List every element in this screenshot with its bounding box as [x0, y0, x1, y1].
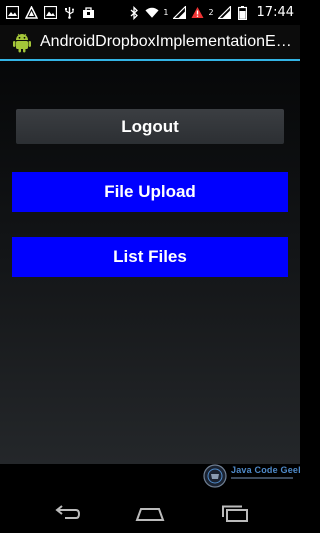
sim1-label: 1 — [163, 7, 169, 17]
wifi-icon — [145, 6, 159, 20]
jcg-logo-icon — [203, 464, 227, 488]
notification-image-icon — [5, 6, 19, 20]
alert-icon — [190, 6, 204, 20]
status-bar-notifications — [5, 4, 95, 21]
back-icon — [55, 504, 81, 519]
java-code-geeks-watermark: Java Code Geeks — [202, 463, 300, 489]
main-content: Logout File Upload List Files — [0, 61, 300, 464]
app-title: AndroidDropboxImplementationExa... — [40, 33, 298, 50]
usb-icon — [62, 6, 76, 20]
bluetooth-icon — [127, 5, 141, 20]
sim2-signal-icon — [218, 6, 232, 20]
home-button[interactable] — [120, 494, 180, 533]
recent-apps-icon — [222, 505, 248, 522]
phone-screen: 1 2 17:44 AndroidDropboxImplementationEx… — [0, 0, 300, 533]
watermark-text: Java Code Geeks — [231, 465, 300, 475]
watermark-underline — [231, 477, 293, 479]
android-app-icon[interactable] — [11, 31, 33, 53]
bag-icon — [81, 6, 95, 20]
status-time: 17:44 — [256, 5, 294, 20]
battery-icon — [236, 5, 250, 20]
home-icon — [135, 507, 165, 521]
image-icon — [43, 6, 57, 20]
back-button[interactable] — [36, 494, 96, 533]
sim2-label: 2 — [208, 7, 214, 17]
list-files-button[interactable]: List Files — [12, 237, 288, 277]
signal-outline-icon — [24, 6, 38, 20]
logout-button[interactable]: Logout — [16, 109, 284, 144]
status-bar: 1 2 17:44 — [0, 0, 300, 25]
file-upload-button[interactable]: File Upload — [12, 172, 288, 212]
sim1-signal-icon — [172, 6, 186, 20]
status-bar-system: 1 2 17:44 — [127, 4, 294, 21]
recent-apps-button[interactable] — [205, 494, 265, 533]
navigation-bar — [0, 494, 300, 533]
